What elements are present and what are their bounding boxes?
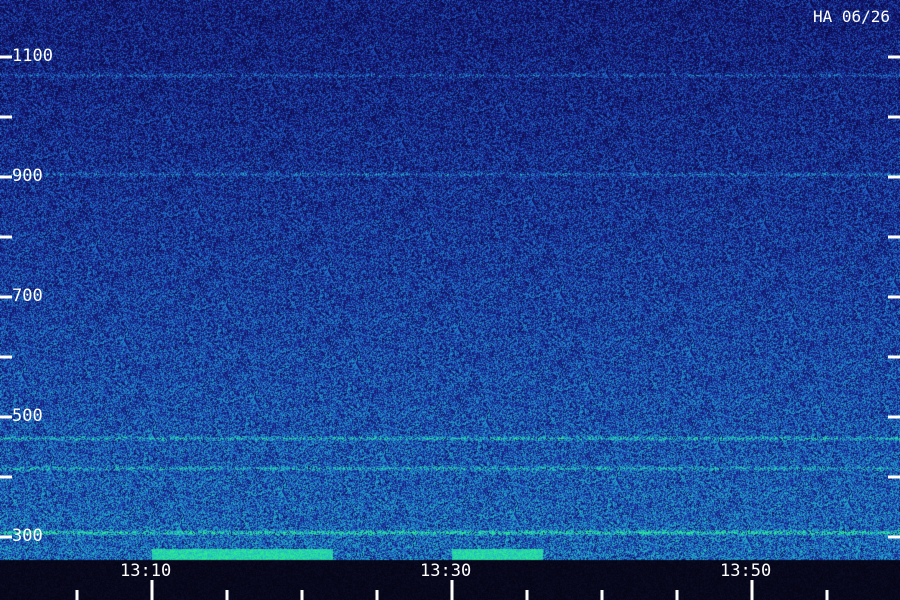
y-tick-label: 300: [12, 526, 43, 546]
axis-overlay: [0, 55, 900, 600]
x-tick-label: 13:10: [120, 561, 172, 581]
y-tick-label: 1100: [12, 46, 53, 66]
x-tick-label: 13:50: [720, 561, 772, 581]
x-tick-label: 13:30: [420, 561, 472, 581]
station-date-label: HA 06/26: [812, 7, 890, 26]
y-tick-label: 900: [12, 166, 43, 186]
y-tick-label: 500: [12, 406, 43, 426]
y-tick-label: 700: [12, 286, 43, 306]
